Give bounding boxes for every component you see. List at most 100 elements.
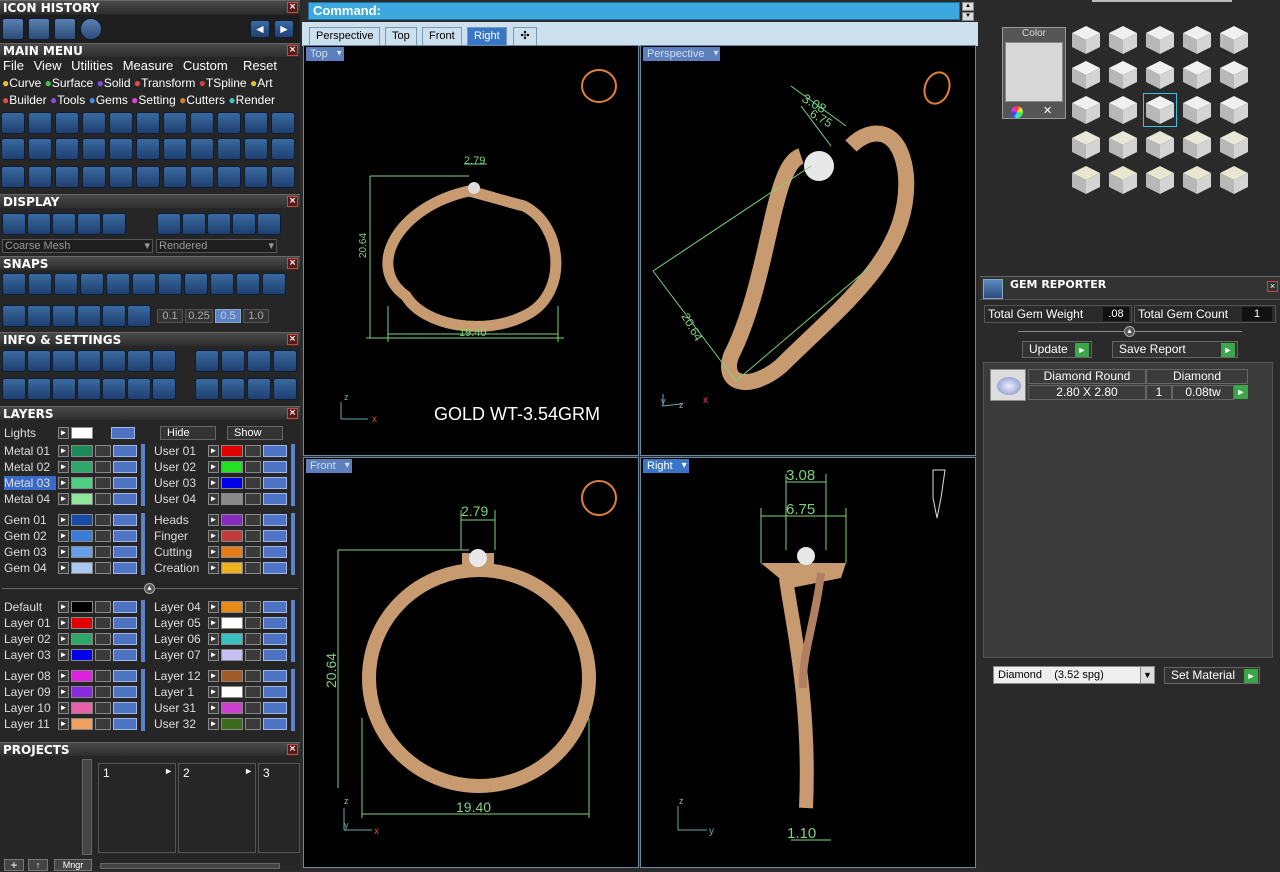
expand-arrow-icon[interactable]: ►	[208, 617, 219, 629]
expand-arrow-icon[interactable]: ►	[58, 633, 69, 645]
snap-icon[interactable]	[210, 273, 234, 295]
layer-color-swatch[interactable]	[221, 461, 243, 473]
layer-color-swatch[interactable]	[71, 617, 93, 629]
settings-icon[interactable]	[102, 350, 126, 372]
visibility-toggle[interactable]	[263, 562, 287, 574]
tool-icon[interactable]	[190, 166, 214, 188]
layer-row[interactable]: Metal 03 ►	[4, 476, 144, 490]
settings-icon[interactable]	[27, 350, 51, 372]
settings-icon[interactable]	[152, 378, 176, 400]
layer-color-swatch[interactable]	[71, 562, 93, 574]
display-icon[interactable]	[232, 213, 256, 235]
snap-icon[interactable]	[236, 273, 260, 295]
mesh-select[interactable]: Coarse Mesh ▾	[2, 239, 153, 253]
expand-arrow-icon[interactable]: ►	[208, 702, 219, 714]
viewport-right[interactable]: Right 3.08 6.75 1.10 zy	[640, 457, 976, 868]
layer-color-swatch[interactable]	[71, 493, 93, 505]
lock-icon[interactable]	[95, 562, 111, 574]
expand-arrow-icon[interactable]: ►	[58, 546, 69, 558]
settings-icon[interactable]	[273, 378, 297, 400]
close-icon[interactable]: ×	[287, 744, 298, 755]
snap-icon[interactable]	[2, 305, 26, 327]
display-icon[interactable]	[77, 213, 101, 235]
horizontal-scrollbar[interactable]	[100, 863, 280, 869]
expand-arrow-icon[interactable]: ►	[58, 718, 69, 730]
settings-icon[interactable]	[52, 350, 76, 372]
layer-row[interactable]: Gem 01 ►	[4, 513, 144, 527]
add-project-button[interactable]: +	[4, 859, 24, 871]
layer-color-swatch[interactable]	[71, 649, 93, 661]
visibility-toggle[interactable]	[263, 445, 287, 457]
layer-color-swatch[interactable]	[71, 601, 93, 613]
material-cube-icon[interactable]	[1070, 129, 1102, 161]
layer-row[interactable]: Gem 03 ►	[4, 545, 144, 559]
tool-icon[interactable]	[217, 166, 241, 188]
collapse-icon[interactable]: ▲	[1124, 326, 1135, 337]
layer-color-swatch[interactable]	[71, 633, 93, 645]
material-cube-icon[interactable]	[1070, 164, 1102, 196]
layer-row[interactable]: Layer 03 ►	[4, 648, 144, 662]
tool-icon[interactable]	[271, 112, 295, 134]
render-select[interactable]: Rendered ▾	[156, 239, 277, 253]
expand-arrow-icon[interactable]: ►	[208, 461, 219, 473]
layer-color-swatch[interactable]	[221, 530, 243, 542]
close-icon[interactable]: ×	[287, 196, 298, 207]
material-cube-icon[interactable]	[1144, 24, 1176, 56]
up-arrow-icon[interactable]: ↑	[28, 859, 48, 871]
tool-icon[interactable]	[28, 138, 52, 160]
tool-icon[interactable]	[136, 166, 160, 188]
tool-icon[interactable]	[271, 138, 295, 160]
expand-arrow-icon[interactable]: ►	[208, 649, 219, 661]
layer-color-swatch[interactable]	[221, 702, 243, 714]
close-icon[interactable]: ×	[287, 334, 298, 345]
settings-icon[interactable]	[27, 378, 51, 400]
layer-row[interactable]: Default ►	[4, 600, 144, 614]
color-panel[interactable]: Color ✕	[1002, 27, 1066, 119]
lock-icon[interactable]	[245, 477, 261, 489]
menu-art[interactable]: Art	[257, 76, 272, 90]
visibility-toggle[interactable]	[111, 427, 135, 439]
expand-arrow-icon[interactable]: ►	[58, 649, 69, 661]
snap-value-0[interactable]: 0.1	[157, 309, 183, 323]
layer-color-swatch[interactable]	[221, 633, 243, 645]
visibility-toggle[interactable]	[263, 718, 287, 730]
expand-arrow-icon[interactable]: ►	[208, 445, 219, 457]
collapse-icon[interactable]: ▲	[144, 583, 155, 594]
visibility-toggle[interactable]	[263, 477, 287, 489]
expand-arrow-icon[interactable]: ►	[208, 514, 219, 526]
settings-icon[interactable]	[221, 378, 245, 400]
layer-color-swatch[interactable]	[71, 477, 93, 489]
visibility-toggle[interactable]	[263, 670, 287, 682]
visibility-toggle[interactable]	[113, 477, 137, 489]
layer-color-swatch[interactable]	[71, 718, 93, 730]
material-cube-icon[interactable]	[1144, 129, 1176, 161]
expand-arrow-icon[interactable]: ►	[208, 493, 219, 505]
layer-row[interactable]: User 03 ►	[154, 476, 294, 490]
lock-icon[interactable]	[245, 601, 261, 613]
viewport-top[interactable]: Top 2.79 20.64 19.40 zx GOLD WT-3.54GRM	[303, 45, 639, 456]
layer-row[interactable]: Layer 05 ►	[154, 616, 294, 630]
command-scroll-up[interactable]: ▲	[962, 2, 974, 11]
material-cube-icon[interactable]	[1107, 94, 1139, 126]
material-cube-icon[interactable]	[1181, 59, 1213, 91]
tool-icon[interactable]	[244, 138, 268, 160]
menu-utilities[interactable]: Utilities	[71, 58, 113, 73]
tool-icon[interactable]	[190, 112, 214, 134]
visibility-toggle[interactable]	[263, 493, 287, 505]
layer-color-swatch[interactable]	[71, 686, 93, 698]
visibility-toggle[interactable]	[113, 649, 137, 661]
layer-color-swatch[interactable]	[71, 445, 93, 457]
lock-icon[interactable]	[95, 493, 111, 505]
lock-icon[interactable]	[245, 461, 261, 473]
projects-scrollbar[interactable]	[82, 759, 92, 855]
tool-icon[interactable]	[28, 112, 52, 134]
menu-surface[interactable]: Surface	[52, 76, 93, 90]
close-icon[interactable]: ×	[287, 2, 298, 13]
reset-button[interactable]: Reset	[243, 58, 277, 73]
material-cube-icon[interactable]	[1144, 164, 1176, 196]
snap-icon[interactable]	[106, 273, 130, 295]
menu-cutters[interactable]: Cutters	[186, 93, 225, 107]
tool-icon[interactable]	[244, 166, 268, 188]
display-icon[interactable]	[157, 213, 181, 235]
menu-tspline[interactable]: TSpline	[206, 76, 247, 90]
